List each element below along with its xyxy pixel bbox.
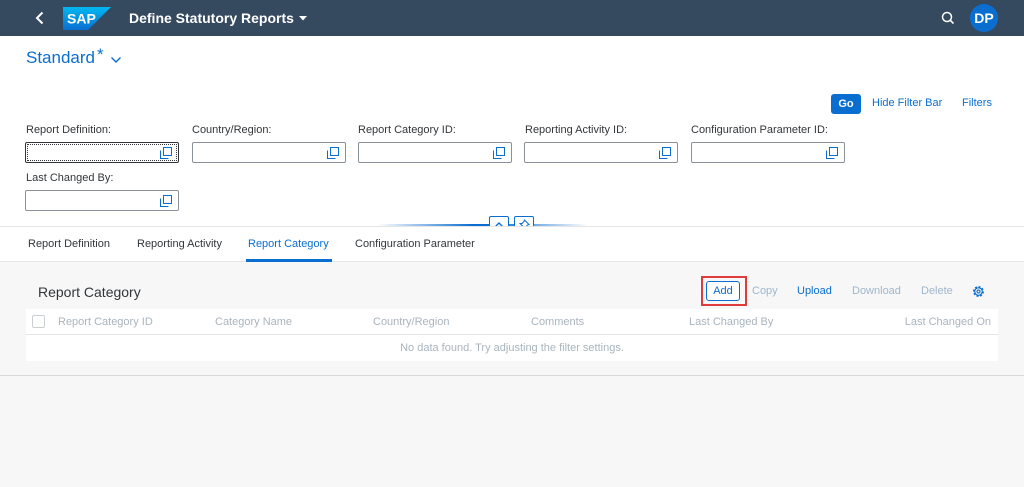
column-header-last-changed-by[interactable]: Last Changed By	[689, 316, 773, 328]
sap-logo-text: SAP	[67, 11, 96, 27]
table-settings-button[interactable]	[971, 284, 986, 299]
search-button[interactable]	[938, 8, 958, 28]
configuration-parameter-id-field[interactable]	[691, 142, 845, 163]
country-region-label: Country/Region:	[192, 124, 272, 136]
country-region-field[interactable]	[192, 142, 346, 163]
app-title-menu[interactable]: Define Statutory Reports	[129, 10, 308, 26]
value-help-icon[interactable]	[327, 147, 339, 159]
shell-bar: SAP Define Statutory Reports DP	[0, 0, 1024, 36]
go-button[interactable]: Go	[831, 94, 861, 114]
delete-button[interactable]: Delete	[921, 285, 953, 297]
variant-modified-marker: *	[97, 45, 104, 64]
download-button[interactable]: Download	[852, 285, 901, 297]
column-header-country-region[interactable]: Country/Region	[373, 316, 449, 328]
report-category-id-field[interactable]	[358, 142, 512, 163]
tab-report-category[interactable]: Report Category	[248, 238, 329, 250]
configuration-parameter-id-label: Configuration Parameter ID:	[691, 124, 828, 136]
value-help-icon[interactable]	[493, 147, 505, 159]
column-header-last-changed-on[interactable]: Last Changed On	[905, 316, 991, 328]
table-section: Report Category Add Copy Upload Download…	[0, 262, 1024, 376]
value-help-icon[interactable]	[160, 195, 172, 207]
filters-button[interactable]: Filters	[962, 97, 992, 109]
upload-button[interactable]: Upload	[797, 285, 832, 297]
last-changed-by-label: Last Changed By:	[26, 172, 114, 184]
add-button[interactable]: Add	[706, 281, 740, 301]
tab-bar: Report Definition Reporting Activity Rep…	[0, 226, 1024, 262]
table-header-row: Report Category ID Category Name Country…	[26, 309, 998, 335]
value-help-icon[interactable]	[160, 147, 172, 159]
reporting-activity-id-label: Reporting Activity ID:	[525, 124, 628, 136]
search-icon	[941, 11, 955, 25]
table-title: Report Category	[38, 284, 141, 300]
copy-button[interactable]: Copy	[752, 285, 778, 297]
report-category-id-label: Report Category ID:	[358, 124, 456, 136]
value-help-icon[interactable]	[659, 147, 671, 159]
select-all-checkbox[interactable]	[32, 315, 45, 328]
caret-down-icon	[298, 16, 307, 21]
tab-report-definition[interactable]: Report Definition	[28, 238, 110, 250]
chevron-left-icon	[35, 11, 44, 25]
hide-filter-bar-button[interactable]: Hide Filter Bar	[872, 97, 942, 109]
last-changed-by-field[interactable]	[25, 190, 179, 211]
back-button[interactable]	[28, 6, 52, 30]
page-header: Standard * Go Hide Filter Bar Filters Re…	[0, 36, 1024, 234]
no-data-message: No data found. Try adjusting the filter …	[400, 342, 624, 354]
value-help-icon[interactable]	[826, 147, 838, 159]
chevron-down-icon	[110, 57, 121, 63]
tab-reporting-activity[interactable]: Reporting Activity	[137, 238, 222, 250]
reporting-activity-id-field[interactable]	[524, 142, 678, 163]
tab-configuration-parameter[interactable]: Configuration Parameter	[355, 238, 475, 250]
report-category-table: Report Category ID Category Name Country…	[26, 309, 998, 361]
user-avatar[interactable]: DP	[970, 4, 998, 32]
variant-selector[interactable]: Standard *	[26, 45, 122, 68]
column-header-report-category-id[interactable]: Report Category ID	[58, 316, 153, 328]
variant-name: Standard	[26, 48, 95, 67]
column-header-category-name[interactable]: Category Name	[215, 316, 292, 328]
report-definition-field[interactable]	[25, 142, 179, 163]
column-header-comments[interactable]: Comments	[531, 316, 584, 328]
gear-icon	[973, 286, 984, 297]
report-definition-label: Report Definition:	[26, 124, 111, 136]
app-title: Define Statutory Reports	[129, 10, 294, 26]
sap-logo[interactable]: SAP	[63, 7, 111, 30]
